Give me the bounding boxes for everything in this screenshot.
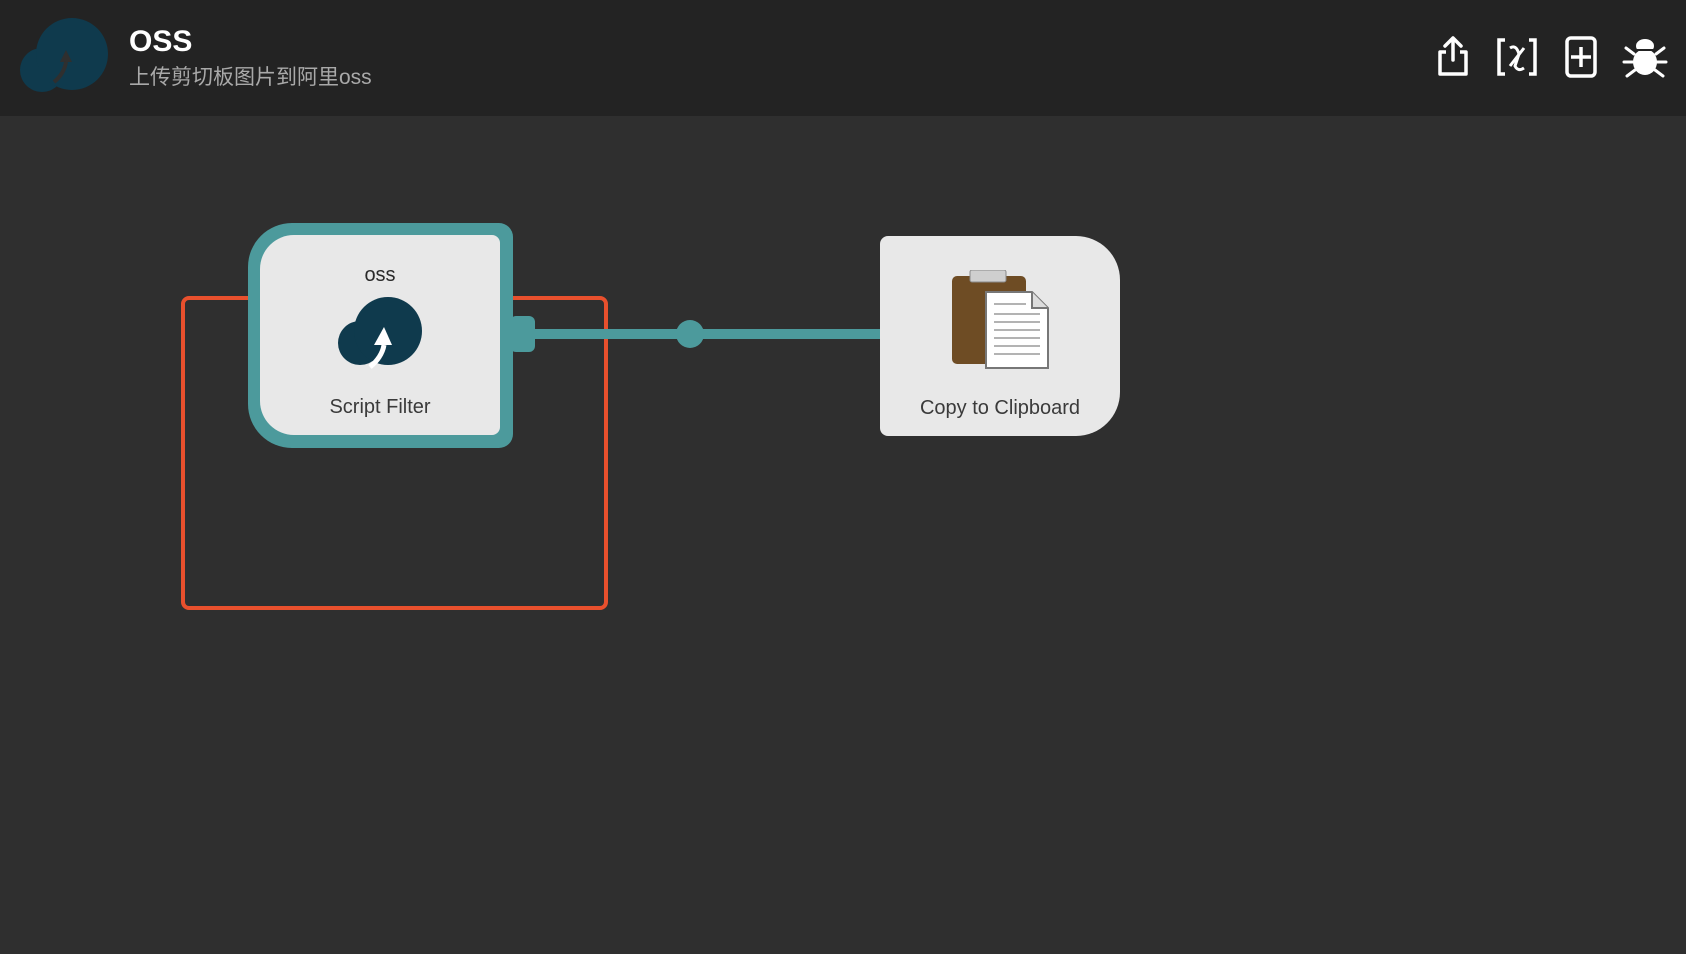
script-filter-keyword: oss <box>364 264 396 286</box>
workflow-header: OSS 上传剪切板图片到阿里oss <box>0 0 1686 116</box>
variables-icon <box>1497 38 1537 76</box>
clipboard-icon <box>952 270 1049 369</box>
debug-icon <box>1622 39 1668 78</box>
copy-to-clipboard-label: Copy to Clipboard <box>919 397 1081 419</box>
workflow-title: OSS <box>129 25 193 58</box>
workflow-canvas[interactable]: oss Script Filter Copy to Clipboard <box>0 116 1686 954</box>
node-connection[interactable] <box>0 116 1686 954</box>
debug-button[interactable] <box>1622 34 1668 80</box>
export-icon <box>1438 36 1468 76</box>
add-object-button[interactable] <box>1558 34 1604 80</box>
cloud-upload-icon <box>338 297 422 369</box>
script-filter-node[interactable]: oss Script Filter <box>248 223 513 448</box>
add-object-icon <box>1565 36 1597 78</box>
workflow-subtitle: 上传剪切板图片到阿里oss <box>129 66 372 89</box>
copy-to-clipboard-node[interactable]: Copy to Clipboard <box>880 236 1120 436</box>
variables-button[interactable] <box>1494 34 1540 80</box>
script-filter-node-body: oss Script Filter <box>260 235 500 435</box>
export-button[interactable] <box>1430 34 1476 80</box>
app-cloud-upload-icon <box>20 18 108 92</box>
script-filter-label: Script Filter <box>329 396 431 418</box>
